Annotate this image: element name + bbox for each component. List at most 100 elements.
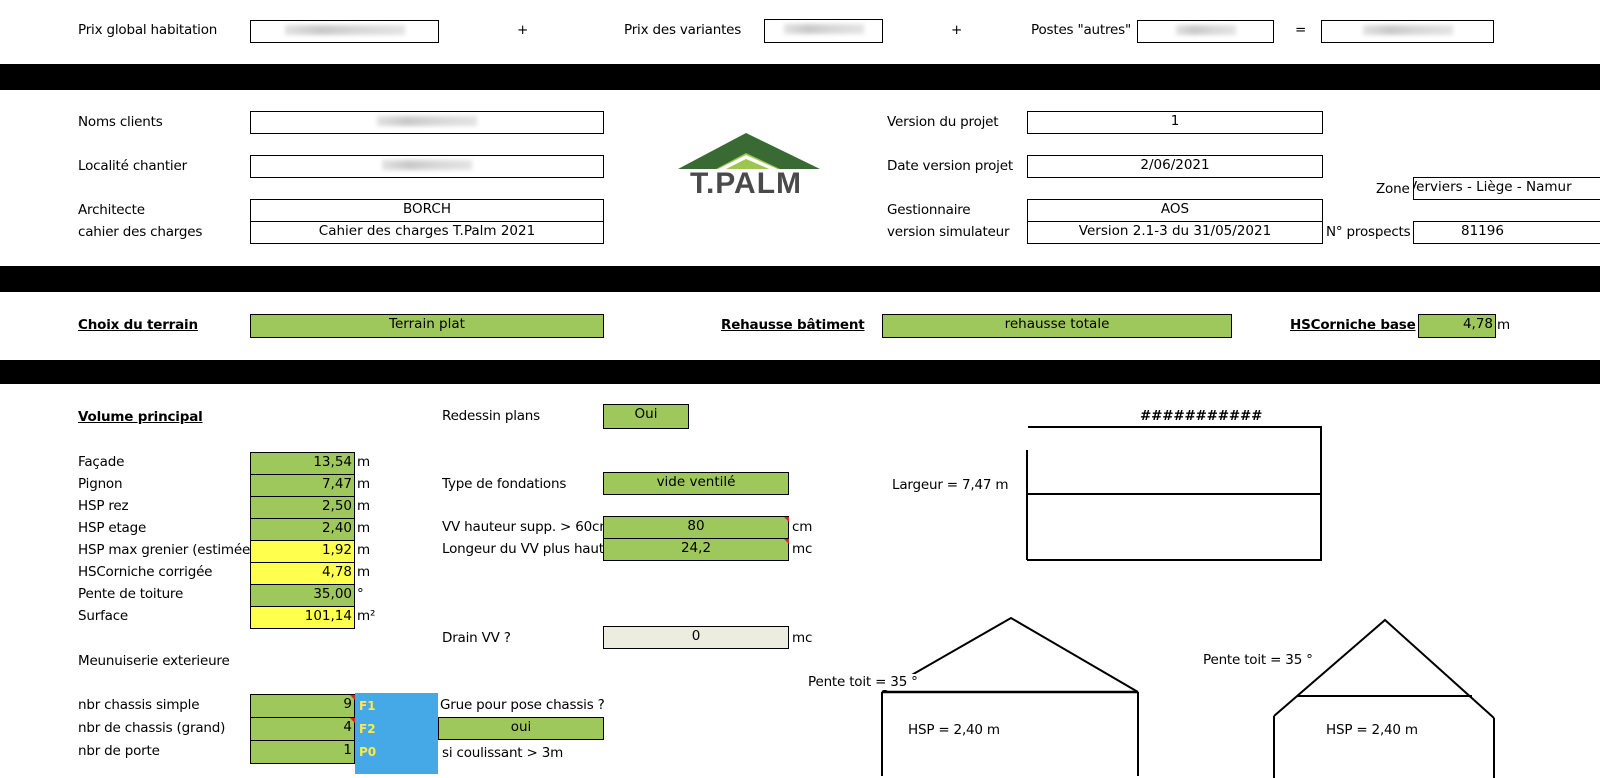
hsp-label-1: HSP = 2,40 m bbox=[908, 722, 1000, 738]
chassis-count-field[interactable]: 9 bbox=[250, 694, 355, 718]
architecte-label: Architecte bbox=[78, 202, 145, 218]
cahier-field[interactable]: Cahier des charges T.Palm 2021 bbox=[250, 221, 604, 244]
volume-row-label: Façade bbox=[78, 454, 125, 470]
redessin-select[interactable]: Oui bbox=[603, 404, 689, 429]
redessin-label: Redessin plans bbox=[442, 408, 541, 424]
largeur-label: Largeur = 7,47 m bbox=[892, 477, 1009, 493]
date-field[interactable]: 2/06/2021 bbox=[1027, 155, 1323, 178]
zone-label: Zone bbox=[1376, 181, 1410, 197]
volume-row-label: HSP rez bbox=[78, 498, 129, 514]
menuiserie-label: Meunuiserie exterieure bbox=[78, 653, 230, 669]
grue-select[interactable]: oui bbox=[438, 717, 604, 740]
version-label: Version du projet bbox=[887, 114, 999, 130]
volume-row-label: Pente de toiture bbox=[78, 586, 184, 602]
roof-line bbox=[881, 616, 1139, 693]
plus-sign: + bbox=[517, 22, 529, 38]
roof-line bbox=[1273, 618, 1495, 719]
volume-row-value[interactable]: 2,40 bbox=[250, 518, 355, 541]
redacted-value bbox=[382, 160, 472, 170]
type-fondations-select[interactable]: vide ventilé bbox=[603, 472, 789, 495]
postes-autres-label: Postes "autres" bbox=[1031, 22, 1132, 38]
volume-row-label: HSP max grenier (estimée bbox=[78, 542, 250, 558]
equals-sign: = bbox=[1295, 22, 1307, 38]
architecte-field[interactable]: BORCH bbox=[250, 199, 604, 222]
prix-global-label: Prix global habitation bbox=[78, 22, 218, 38]
localite-label: Localité chantier bbox=[78, 158, 187, 174]
prix-variantes-field[interactable] bbox=[764, 19, 883, 43]
pente-toit-label-1: Pente toit = 35 ° bbox=[808, 674, 918, 690]
unit-label: mc bbox=[792, 541, 813, 557]
localite-field[interactable] bbox=[250, 155, 604, 178]
postes-autres-field[interactable] bbox=[1137, 20, 1274, 43]
house-section-1 bbox=[881, 616, 1139, 776]
volume-row-label: HSCorniche corrigée bbox=[78, 564, 213, 580]
hsp-label-2: HSP = 2,40 m bbox=[1326, 722, 1418, 738]
chassis-code: F2 bbox=[359, 722, 376, 736]
prix-variantes-label: Prix des variantes bbox=[624, 22, 742, 38]
chassis-row-label: nbr de chassis (grand) bbox=[78, 720, 226, 736]
gestionnaire-field[interactable]: AOS bbox=[1027, 199, 1323, 222]
volume-row-label: HSP etage bbox=[78, 520, 147, 536]
chassis-count-field[interactable]: 4 bbox=[250, 717, 355, 741]
redacted-value bbox=[783, 24, 864, 34]
plan-drawing bbox=[1026, 426, 1322, 561]
rehausse-select[interactable]: rehausse totale bbox=[882, 314, 1232, 338]
chassis-row-label: nbr chassis simple bbox=[78, 697, 200, 713]
chassis-code: F1 bbox=[359, 699, 376, 713]
noms-clients-label: Noms clients bbox=[78, 114, 163, 130]
choix-terrain-select[interactable]: Terrain plat bbox=[250, 314, 604, 338]
zone-field[interactable]: Verviers - Liège - Namur bbox=[1413, 177, 1600, 200]
plan-title: ########### bbox=[1140, 408, 1263, 424]
vv-longueur-label: Longeur du VV plus haut bbox=[442, 541, 604, 557]
comment-indicator[interactable] bbox=[784, 517, 789, 522]
noms-clients-field[interactable] bbox=[250, 111, 604, 134]
volume-principal-title: Volume principal bbox=[78, 409, 203, 425]
prospects-label: N° prospects bbox=[1326, 224, 1411, 240]
comment-indicator[interactable] bbox=[350, 695, 355, 700]
prix-global-field[interactable] bbox=[250, 20, 439, 43]
total-field[interactable] bbox=[1321, 20, 1494, 43]
version-field[interactable]: 1 bbox=[1027, 111, 1323, 134]
simulateur-field[interactable]: Version 2.1-3 du 31/05/2021 bbox=[1027, 221, 1323, 244]
comment-indicator[interactable] bbox=[350, 718, 355, 723]
coulissant-label: si coulissant > 3m bbox=[442, 745, 564, 761]
redacted-value bbox=[1175, 25, 1236, 35]
unit-label: m² bbox=[357, 608, 376, 624]
unit-label: m bbox=[357, 476, 370, 492]
chassis-count-field[interactable]: 1 bbox=[250, 740, 355, 764]
vv-hauteur-label: VV hauteur supp. > 60cm bbox=[442, 519, 613, 535]
volume-row-value[interactable]: 4,78 bbox=[250, 562, 355, 585]
section-divider bbox=[0, 266, 1600, 292]
unit-label: cm bbox=[792, 519, 813, 535]
chassis-row-label: nbr de porte bbox=[78, 743, 160, 759]
hscorniche-base-field[interactable]: 4,78 bbox=[1418, 314, 1496, 338]
volume-row-value[interactable]: 101,14 bbox=[250, 606, 355, 629]
logo-text: T.PALM bbox=[689, 167, 803, 200]
volume-row-value[interactable]: 2,50 bbox=[250, 496, 355, 519]
drain-field[interactable]: 0 bbox=[603, 626, 789, 649]
redacted-value bbox=[284, 25, 405, 35]
volume-row-value[interactable]: 7,47 bbox=[250, 474, 355, 497]
unit-label: m bbox=[357, 454, 370, 470]
volume-row-label: Surface bbox=[78, 608, 129, 624]
chassis-code: P0 bbox=[359, 745, 377, 759]
unit-label: m bbox=[357, 542, 370, 558]
pente-toit-label-2: Pente toit = 35 ° bbox=[1203, 652, 1313, 668]
volume-row-value[interactable]: 13,54 bbox=[250, 452, 355, 475]
section-divider bbox=[0, 360, 1600, 384]
unit-label: m bbox=[357, 520, 370, 536]
comment-indicator[interactable] bbox=[784, 539, 789, 544]
unit-label: ° bbox=[357, 586, 364, 602]
volume-row-label: Pignon bbox=[78, 476, 123, 492]
vv-hauteur-field[interactable]: 80 bbox=[603, 516, 789, 539]
prospects-field[interactable]: 81196 bbox=[1413, 221, 1600, 244]
hscorniche-base-label: HSCorniche base bbox=[1290, 317, 1416, 333]
simulateur-label: version simulateur bbox=[887, 224, 1010, 240]
rehausse-label: Rehausse bâtiment bbox=[721, 317, 865, 333]
date-label: Date version projet bbox=[887, 158, 1013, 174]
volume-row-value[interactable]: 35,00 bbox=[250, 584, 355, 607]
plus-sign: + bbox=[951, 22, 963, 38]
volume-row-value[interactable]: 1,92 bbox=[250, 540, 355, 563]
vv-longueur-field[interactable]: 24,2 bbox=[603, 538, 789, 561]
redacted-value bbox=[1362, 25, 1453, 35]
